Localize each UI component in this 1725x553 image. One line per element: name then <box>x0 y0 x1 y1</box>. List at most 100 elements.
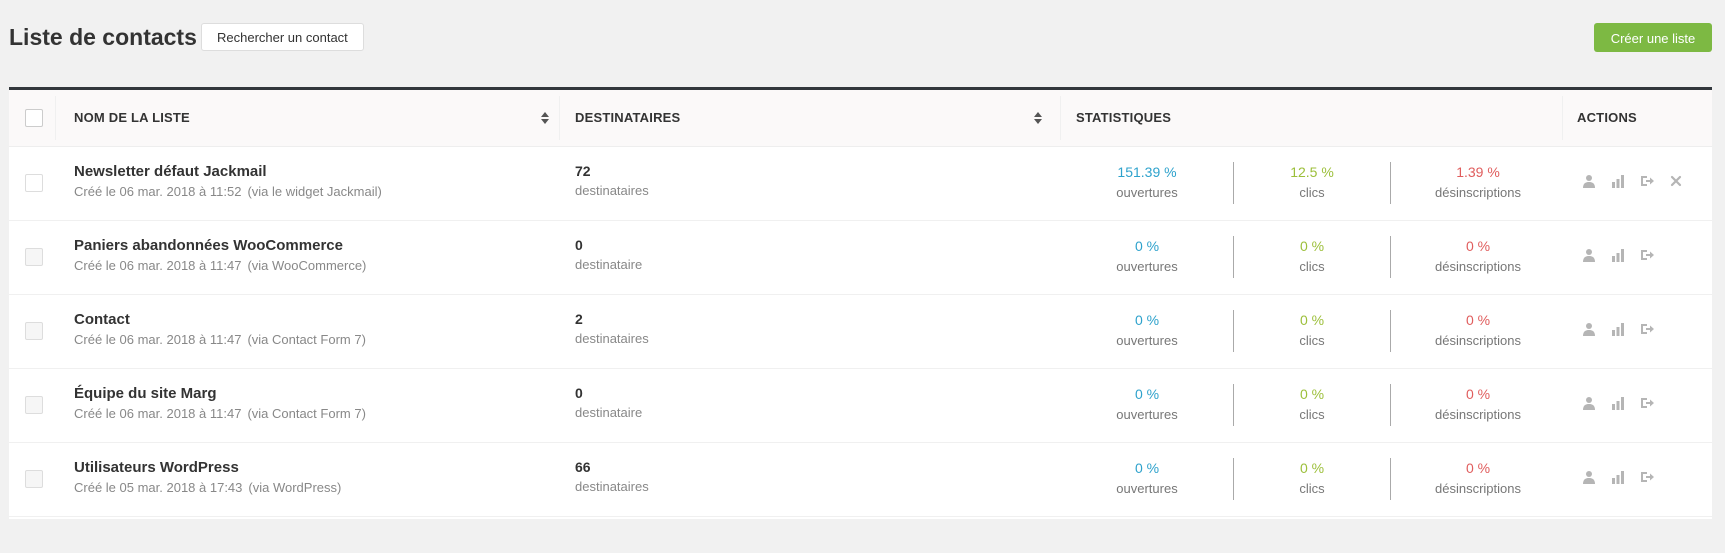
bar-chart-icon[interactable] <box>1611 322 1625 336</box>
column-header-name[interactable]: NOM DE LA LISTE <box>74 90 190 146</box>
export-icon[interactable] <box>1640 174 1654 188</box>
column-divider <box>1562 96 1563 140</box>
clicks-value: 0 % <box>1299 312 1325 328</box>
recipient-count: 66 <box>575 459 591 475</box>
list-name[interactable]: Contact <box>74 311 130 328</box>
stat-unsubs: 0 % désinscriptions <box>1398 238 1558 274</box>
export-icon[interactable] <box>1640 322 1654 336</box>
unsubs-label: désinscriptions <box>1435 259 1521 274</box>
opens-label: ouvertures <box>1116 333 1178 348</box>
unsubs-value: 0 % <box>1465 238 1491 254</box>
unsubs-value: 1.39 % <box>1456 164 1500 180</box>
sort-icon[interactable] <box>541 112 549 124</box>
stat-unsubs: 0 % désinscriptions <box>1398 386 1558 422</box>
stat-divider <box>1390 162 1391 204</box>
list-name[interactable]: Newsletter défaut Jackmail <box>74 163 267 180</box>
create-list-button[interactable]: Créer une liste <box>1594 23 1712 52</box>
stat-clicks: 0 % clics <box>1232 386 1392 422</box>
person-icon[interactable] <box>1582 470 1596 484</box>
clicks-value: 0 % <box>1299 460 1325 476</box>
recipient-label: destinataire <box>575 405 643 420</box>
export-icon[interactable] <box>1640 470 1654 484</box>
clicks-value: 12.5 % <box>1290 164 1334 180</box>
bar-chart-icon[interactable] <box>1611 174 1625 188</box>
unsubs-label: désinscriptions <box>1435 481 1521 496</box>
clicks-label: clics <box>1299 259 1325 274</box>
page-header: Liste de contacts Rechercher un contact … <box>9 22 1712 54</box>
stat-opens: 0 % ouvertures <box>1067 312 1227 348</box>
row-checkbox[interactable] <box>25 396 43 414</box>
list-created-info: Créé le 05 mar. 2018 à 17:43 (via WordPre… <box>74 480 341 495</box>
row-checkbox[interactable] <box>25 470 43 488</box>
opens-value: 151.39 % <box>1117 164 1177 180</box>
export-icon[interactable] <box>1640 396 1654 410</box>
stat-opens: 0 % ouvertures <box>1067 386 1227 422</box>
stat-divider <box>1390 310 1391 352</box>
stat-clicks: 0 % clics <box>1232 238 1392 274</box>
row-checkbox[interactable] <box>25 322 43 340</box>
column-divider <box>559 96 560 140</box>
person-icon[interactable] <box>1582 248 1596 262</box>
list-source: (via WordPress) <box>248 480 342 495</box>
row-checkbox[interactable] <box>25 248 43 266</box>
opens-label: ouvertures <box>1116 407 1178 422</box>
list-source: (via WooCommerce) <box>247 258 367 273</box>
created-date: Créé le 05 mar. 2018 à 17:43 <box>74 480 243 495</box>
clicks-value: 0 % <box>1299 386 1325 402</box>
stat-divider <box>1390 458 1391 500</box>
person-icon[interactable] <box>1582 396 1596 410</box>
sort-icon[interactable] <box>1034 112 1042 124</box>
recipient-label: destinataire <box>575 257 643 272</box>
unsubs-label: désinscriptions <box>1435 407 1521 422</box>
recipient-count: 0 <box>575 385 583 401</box>
bar-chart-icon[interactable] <box>1611 248 1625 262</box>
stat-unsubs: 0 % désinscriptions <box>1398 460 1558 496</box>
created-date: Créé le 06 mar. 2018 à 11:47 <box>74 258 242 273</box>
clicks-label: clics <box>1299 407 1325 422</box>
unsubs-value: 0 % <box>1465 460 1491 476</box>
column-divider <box>55 96 56 140</box>
column-header-stats: STATISTIQUES <box>1076 110 1172 125</box>
opens-value: 0 % <box>1134 312 1160 328</box>
table-header: NOM DE LA LISTE DESTINATAIRES STATISTIQU… <box>9 90 1712 147</box>
unsubs-value: 0 % <box>1465 386 1491 402</box>
created-date: Créé le 06 mar. 2018 à 11:47 <box>74 406 242 421</box>
opens-value: 0 % <box>1134 238 1160 254</box>
person-icon[interactable] <box>1582 322 1596 336</box>
export-icon[interactable] <box>1640 248 1654 262</box>
column-divider <box>1060 96 1061 140</box>
clicks-label: clics <box>1299 333 1325 348</box>
table-row: Utilisateurs WordPress Créé le 05 mar. 20… <box>9 442 1712 517</box>
list-created-info: Créé le 06 mar. 2018 à 11:47 (via Contact… <box>74 406 366 421</box>
recipient-label: destinataires <box>575 331 649 346</box>
opens-value: 0 % <box>1134 386 1160 402</box>
column-header-recipients[interactable]: DESTINATAIRES <box>575 90 680 146</box>
stat-divider <box>1390 384 1391 426</box>
page-title: Liste de contacts <box>9 24 197 50</box>
person-icon[interactable] <box>1582 174 1596 188</box>
close-icon[interactable] <box>1669 174 1683 188</box>
list-name[interactable]: Équipe du site Marg <box>74 385 217 402</box>
stat-clicks: 12.5 % clics <box>1232 164 1392 200</box>
table-row: Newsletter défaut Jackmail Créé le 06 mar… <box>9 146 1712 221</box>
select-all-checkbox[interactable] <box>25 109 43 127</box>
table-row: Paniers abandonnées WooCommerce Créé le 0… <box>9 220 1712 295</box>
list-source: (via Contact Form 7) <box>247 406 366 421</box>
recipient-count: 0 <box>575 237 583 253</box>
bar-chart-icon[interactable] <box>1611 470 1625 484</box>
table-row: Équipe du site Marg Créé le 06 mar. 2018 … <box>9 368 1712 443</box>
list-name[interactable]: Paniers abandonnées WooCommerce <box>74 237 343 254</box>
stat-clicks: 0 % clics <box>1232 460 1392 496</box>
stat-opens: 151.39 % ouvertures <box>1067 164 1227 200</box>
search-contact-button[interactable]: Rechercher un contact <box>201 23 364 51</box>
list-name[interactable]: Utilisateurs WordPress <box>74 459 239 476</box>
opens-value: 0 % <box>1134 460 1160 476</box>
row-checkbox[interactable] <box>25 174 43 192</box>
stat-unsubs: 0 % désinscriptions <box>1398 312 1558 348</box>
unsubs-label: désinscriptions <box>1435 185 1521 200</box>
unsubs-label: désinscriptions <box>1435 333 1521 348</box>
bar-chart-icon[interactable] <box>1611 396 1625 410</box>
stat-opens: 0 % ouvertures <box>1067 460 1227 496</box>
list-created-info: Créé le 06 mar. 2018 à 11:52 (via le widg… <box>74 184 382 199</box>
list-created-info: Créé le 06 mar. 2018 à 11:47 (via WooComm… <box>74 258 366 273</box>
